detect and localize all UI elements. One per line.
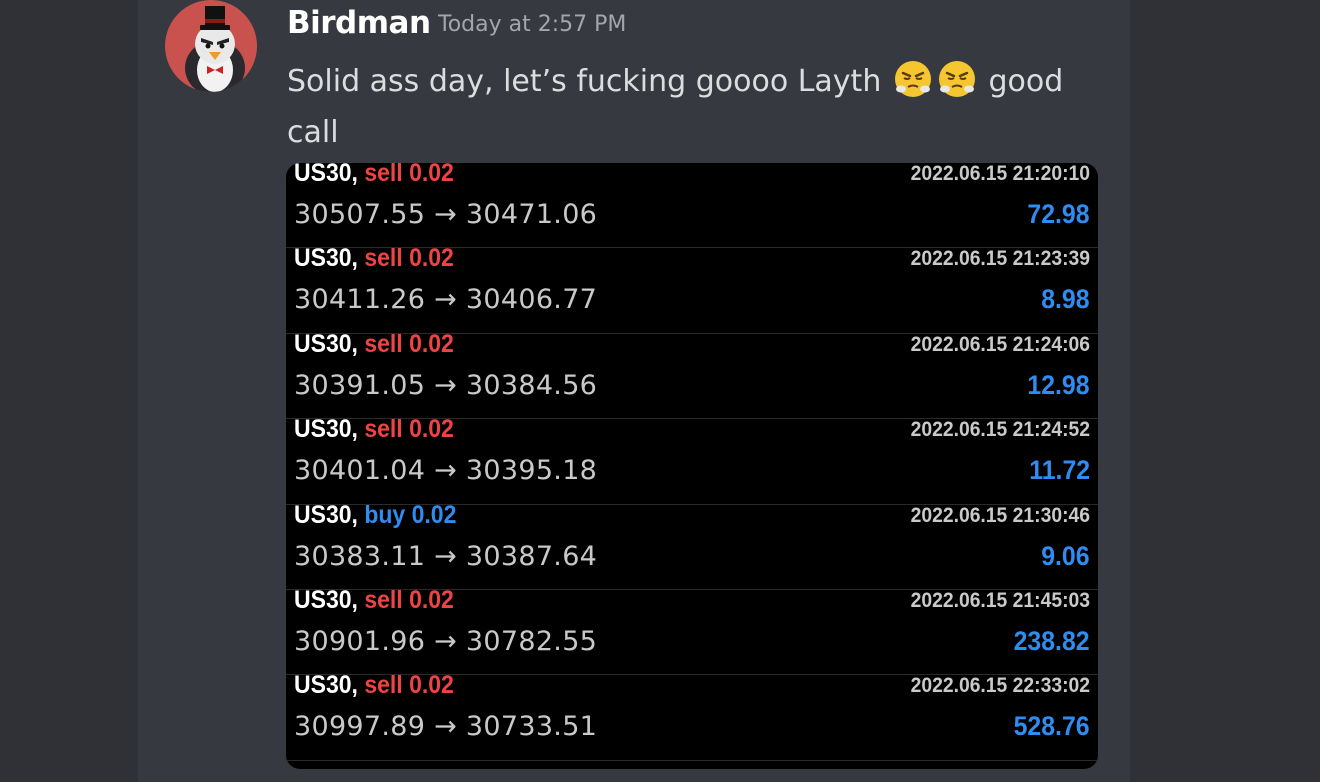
- trade-side-volume: sell 0.02: [364, 244, 454, 273]
- penguin-avatar-icon: [185, 6, 245, 92]
- trade-symbol: US30,: [294, 586, 365, 614]
- trade-symbol-side: US30, sell 0.02: [294, 586, 454, 615]
- trade-profit: 9.06: [1041, 540, 1090, 571]
- trade-side-volume: buy 0.02: [364, 500, 457, 529]
- trade-side-volume: sell 0.02: [364, 671, 454, 700]
- trade-side-volume: sell 0.02: [364, 329, 454, 358]
- trade-symbol-side: US30, sell 0.02: [294, 415, 454, 444]
- trade-prices: 30401.04 → 30395.18: [294, 455, 598, 487]
- trade-row: US30, sell 0.02 30507.55 → 30471.06 2022.0…: [286, 163, 1098, 249]
- trade-row: US30, buy 0.02 30383.11 → 30387.64 2022.06…: [286, 501, 1098, 590]
- trade-symbol-side: US30, buy 0.02: [294, 501, 456, 530]
- trade-symbol: US30,: [294, 671, 365, 700]
- image-attachment[interactable]: US30, sell 0.02 30507.55 → 30471.06 2022.0…: [286, 163, 1098, 769]
- trade-profit: 72.98: [1027, 199, 1090, 229]
- trade-symbol: US30,: [294, 329, 365, 358]
- trade-profit: 11.72: [1029, 455, 1090, 486]
- huffing-face-emoji-icon: [894, 61, 931, 97]
- trade-prices: 30383.11 → 30387.64: [294, 540, 598, 572]
- trade-symbol-side: US30, sell 0.02: [294, 163, 454, 188]
- trade-time: 2022.06.15 21:45:03: [910, 589, 1090, 612]
- message-author[interactable]: Birdman: [287, 5, 431, 41]
- trade-row: US30, sell 0.02 30401.04 → 30395.18 2022.0…: [286, 415, 1098, 505]
- trade-row: US30, sell 0.02 30901.96 → 30782.55 2022.0…: [286, 586, 1098, 676]
- message-text: Solid ass day, let’s fucking goooo Layth…: [287, 56, 1107, 158]
- trade-symbol-side: US30, sell 0.02: [294, 244, 454, 273]
- trade-prices: 30391.05 → 30384.56: [294, 369, 598, 401]
- user-avatar[interactable]: [165, 0, 257, 92]
- trade-row: US30, sell 0.02 30411.26 → 30406.77 2022.0…: [286, 244, 1098, 334]
- trade-side-volume: sell 0.02: [364, 415, 454, 444]
- trade-row: US30, sell 0.02 30997.89 → 30733.51 2022.0…: [286, 671, 1098, 761]
- trade-profit: 238.82: [1014, 626, 1090, 656]
- trade-profit: 8.98: [1041, 284, 1090, 315]
- trade-row: US30, sell 0.02 30391.05 → 30384.56 2022.0…: [286, 330, 1098, 420]
- trade-time: 2022.06.15 22:33:02: [910, 674, 1090, 698]
- trade-symbol-side: US30, sell 0.02: [294, 330, 454, 359]
- trade-time: 2022.06.15 21:20:10: [910, 163, 1090, 185]
- trade-prices: 30411.26 → 30406.77: [294, 284, 598, 316]
- trade-symbol-side: US30, sell 0.02: [294, 671, 454, 700]
- trade-time: 2022.06.15 21:23:39: [910, 247, 1090, 271]
- trade-prices: 30901.96 → 30782.55: [294, 626, 598, 657]
- message-text-part1: Solid ass day, let’s fucking goooo Layth: [287, 64, 882, 99]
- trade-profit: 12.98: [1027, 369, 1090, 400]
- trade-symbol: US30,: [294, 244, 365, 273]
- trade-time: 2022.06.15 21:24:52: [910, 418, 1090, 442]
- trade-side-volume: sell 0.02: [364, 163, 454, 187]
- trade-symbol: US30,: [294, 415, 365, 444]
- trade-symbol: US30,: [294, 163, 365, 187]
- trade-time: 2022.06.15 21:30:46: [910, 503, 1090, 527]
- trade-side-volume: sell 0.02: [364, 586, 454, 614]
- trade-profit: 528.76: [1014, 711, 1090, 742]
- trade-symbol: US30,: [294, 500, 365, 529]
- trade-prices: 30997.89 → 30733.51: [294, 711, 598, 743]
- trade-prices: 30507.55 → 30471.06: [294, 199, 598, 230]
- trade-time: 2022.06.15 21:24:06: [910, 332, 1090, 356]
- message-timestamp: Today at 2:57 PM: [438, 12, 627, 37]
- huffing-face-emoji-icon: [938, 61, 975, 97]
